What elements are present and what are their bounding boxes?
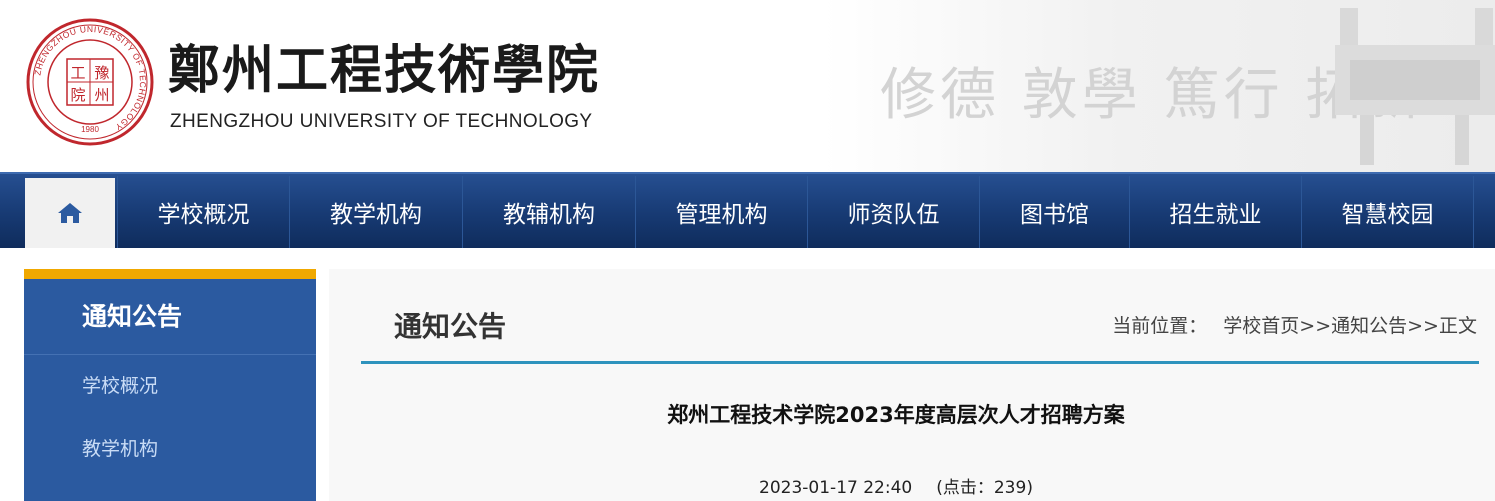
sidebar-accent-bar: [24, 269, 316, 279]
breadcrumb-label: 当前位置：: [1112, 315, 1208, 337]
main-nav: 学校概况 教学机构 教辅机构 管理机构 师资队伍 图书馆 招生就业 智慧校园: [0, 172, 1495, 248]
nav-item-faculty[interactable]: 师资队伍: [807, 176, 979, 248]
sidebar: 通知公告 学校概况 教学机构: [24, 269, 316, 501]
nav-item-smart-campus[interactable]: 智慧校园: [1301, 176, 1474, 248]
article-click-count: (点击：239): [936, 478, 1033, 498]
nav-item-admissions-careers[interactable]: 招生就业: [1129, 176, 1301, 248]
breadcrumb-current: 正文: [1438, 315, 1477, 337]
svg-text:州: 州: [94, 86, 109, 104]
article-meta: 2023-01-17 22:40 (点击：239): [329, 473, 1463, 498]
sidebar-title: 通知公告: [24, 279, 316, 355]
breadcrumb-separator: >>: [1407, 315, 1439, 337]
breadcrumb-home-link[interactable]: 学校首页: [1223, 315, 1299, 337]
title-divider: [361, 361, 1479, 364]
nav-item-admin-units[interactable]: 管理机构: [635, 176, 807, 248]
breadcrumb-separator: >>: [1299, 315, 1332, 337]
sidebar-item-teaching-units[interactable]: 教学机构: [24, 418, 316, 481]
school-name-english: ZHENGZHOU UNIVERSITY OF TECHNOLOGY: [170, 111, 593, 132]
svg-text:豫: 豫: [94, 64, 109, 82]
nav-home-button[interactable]: [25, 178, 115, 248]
site-header: ZHENGZHOU UNIVERSITY OF TECHNOLOGY 工 豫 院…: [0, 0, 1495, 172]
article-title: 郑州工程技术学院2023年度高层次人才招聘方案: [667, 403, 1125, 427]
nav-item-library[interactable]: 图书馆: [979, 176, 1129, 248]
main-content: 通知公告 当前位置： 学校首页>>通知公告>>正文 郑州工程技术学院2023年度高…: [329, 269, 1495, 501]
article-date: 2023-01-17 22:40: [759, 478, 913, 498]
nav-item-support-units[interactable]: 教辅机构: [462, 176, 635, 248]
page-title: 通知公告: [394, 310, 507, 343]
school-seal-logo[interactable]: ZHENGZHOU UNIVERSITY OF TECHNOLOGY 工 豫 院…: [25, 17, 155, 147]
breadcrumb: 当前位置： 学校首页>>通知公告>>正文: [1112, 311, 1477, 338]
bronze-ding-decoration: [1335, 8, 1495, 165]
svg-text:工: 工: [70, 64, 85, 82]
school-name-chinese[interactable]: 鄭州工程技術學院: [168, 28, 600, 103]
breadcrumb-section-link[interactable]: 通知公告: [1331, 315, 1407, 337]
sidebar-item-school-overview[interactable]: 学校概况: [24, 355, 316, 418]
nav-item-school-overview[interactable]: 学校概况: [117, 176, 289, 248]
seal-year: 1980: [81, 125, 99, 134]
nav-item-teaching-units[interactable]: 教学机构: [289, 176, 462, 248]
home-icon: [58, 203, 82, 223]
svg-text:院: 院: [70, 86, 85, 104]
